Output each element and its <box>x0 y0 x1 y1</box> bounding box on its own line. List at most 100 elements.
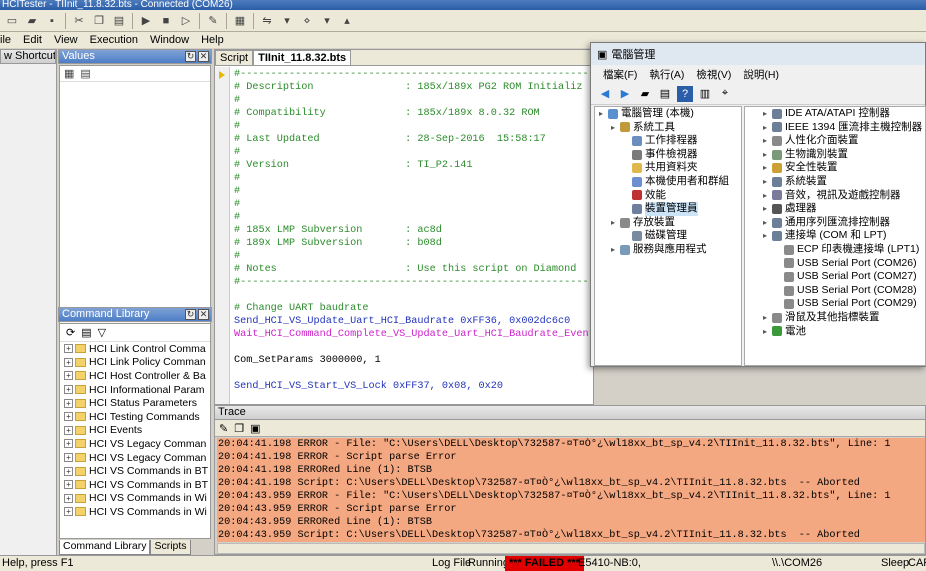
menu-view[interactable]: View <box>54 34 78 46</box>
chevron-icon[interactable]: ▸ <box>763 121 771 135</box>
refresh-icon[interactable]: ⟳ <box>66 326 75 339</box>
add-icon[interactable]: ▤ <box>80 67 90 80</box>
tree-node[interactable]: ▸ 系統裝置 <box>745 175 925 189</box>
tree-node[interactable]: ▸ 電池 <box>745 325 925 339</box>
tree-node[interactable]: ▸ 系統工具 <box>595 121 741 135</box>
cut-icon[interactable]: ✂ <box>71 13 87 29</box>
connect-dropdown-icon[interactable]: ⇋ <box>259 13 275 29</box>
copy-icon[interactable]: ❐ <box>91 13 107 29</box>
shortcuts-header[interactable]: w Shortcuts <box>0 49 56 64</box>
expand-icon[interactable]: + <box>64 453 73 463</box>
chevron-icon[interactable]: ▸ <box>763 189 771 203</box>
command-library-item[interactable]: + HCI VS Commands in Wi <box>60 492 210 506</box>
menu-window[interactable]: Window <box>150 34 189 46</box>
pin-icon[interactable]: ↻ <box>185 51 196 62</box>
computer-management-tree[interactable]: ▸ 電腦管理 (本機) ▸ 系統工具 工作排程器 事件檢視器 共用資料夾 本機使用者和群組 效能… <box>594 106 742 366</box>
chevron-icon[interactable]: ▸ <box>599 107 607 121</box>
tree-node[interactable]: ECP 印表機連接埠 (LPT1) <box>745 243 925 257</box>
command-library-item[interactable]: + HCI Link Policy Comman <box>60 356 210 370</box>
close-icon[interactable]: ✕ <box>198 51 209 62</box>
tree-node[interactable]: ▸ 通用序列匯流排控制器 <box>745 216 925 230</box>
command-library-item[interactable]: + HCI Status Parameters <box>60 396 210 410</box>
menu-help[interactable]: Help <box>201 34 224 46</box>
tree-node[interactable]: ▸ 電腦管理 (本機) <box>595 107 741 121</box>
command-library-item[interactable]: + HCI Informational Param <box>60 383 210 397</box>
menu-file[interactable]: ile <box>0 34 11 46</box>
chevron-icon[interactable]: ▸ <box>763 311 771 325</box>
tree-node[interactable]: USB Serial Port (COM28) <box>745 284 925 298</box>
values-list[interactable]: ▦ ▤ <box>59 65 211 312</box>
expand-icon[interactable]: + <box>64 480 73 490</box>
cm-menu-action[interactable]: 執行(A) <box>649 67 684 82</box>
script-text[interactable]: #---------------------------------------… <box>234 68 592 404</box>
chevron-icon[interactable]: ▸ <box>763 229 771 243</box>
command-library-item[interactable]: + HCI VS Commands in BT <box>60 478 210 492</box>
chevron-icon[interactable]: ▸ <box>763 202 771 216</box>
back-arrow-icon[interactable]: ◀ <box>597 86 613 102</box>
expand-icon[interactable]: + <box>64 412 73 422</box>
chevron-down-icon[interactable]: ▾ <box>319 13 335 29</box>
menu-edit[interactable]: Edit <box>23 34 42 46</box>
cm-menu-view[interactable]: 檢視(V) <box>696 67 731 82</box>
tree-node[interactable]: 磁碟管理 <box>595 229 741 243</box>
cm-menu-file[interactable]: 檔案(F) <box>603 67 637 82</box>
expand-icon[interactable]: + <box>64 357 73 367</box>
tree-node[interactable]: ▸ 滑鼠及其他指標裝置 <box>745 311 925 325</box>
chevron-icon[interactable]: ▸ <box>763 107 771 121</box>
command-library-item[interactable]: + HCI Events <box>60 424 210 438</box>
trace-scrollbar[interactable] <box>217 543 925 554</box>
tree-node[interactable]: ▸ IEEE 1394 匯流排主機控制器 <box>745 121 925 135</box>
tree-node[interactable]: 裝置管理員 <box>595 202 741 216</box>
folder-up-icon[interactable]: ▰ <box>637 86 653 102</box>
chevron-icon[interactable]: ▸ <box>611 121 619 135</box>
command-library-item[interactable]: + HCI Link Control Comma <box>60 342 210 356</box>
tree-node[interactable]: USB Serial Port (COM29) <box>745 297 925 311</box>
tab-tiinit-file[interactable]: TIInit_11.8.32.bts <box>253 50 352 65</box>
tree-node[interactable]: ▸ 音效，視訊及遊戲控制器 <box>745 189 925 203</box>
expand-icon[interactable]: + <box>64 439 73 449</box>
step-icon[interactable]: ▷ <box>178 13 194 29</box>
menu-execution[interactable]: Execution <box>90 34 138 46</box>
tree-node[interactable]: ▸ 人性化介面裝置 <box>745 134 925 148</box>
command-library-item[interactable]: + HCI VS Legacy Comman <box>60 437 210 451</box>
chevron-icon[interactable]: ▸ <box>611 243 619 257</box>
tree-node[interactable]: 本機使用者和群組 <box>595 175 741 189</box>
tree-node[interactable]: USB Serial Port (COM27) <box>745 270 925 284</box>
chevron-icon[interactable]: ▸ <box>763 148 771 162</box>
save-icon[interactable]: ▪ <box>44 13 60 29</box>
open-folder-icon[interactable]: ▰ <box>24 13 40 29</box>
tree-node[interactable]: ▸ 連接埠 (COM 和 LPT) <box>745 229 925 243</box>
help-icon[interactable]: ? <box>677 85 693 102</box>
scan-hardware-icon[interactable]: ⌖ <box>717 86 733 102</box>
copy-icon[interactable]: ❐ <box>234 422 244 435</box>
chevron-icon[interactable]: ▸ <box>611 216 619 230</box>
tree-node[interactable]: ▸ 生物識別裝置 <box>745 148 925 162</box>
chevron-icon[interactable]: ▸ <box>763 325 771 339</box>
cm-menu-help[interactable]: 說明(H) <box>743 67 779 82</box>
tab-scripts[interactable]: Scripts <box>150 540 191 555</box>
new-file-icon[interactable]: ▭ <box>4 13 20 29</box>
expand-icon[interactable]: + <box>64 398 73 408</box>
panel-icon[interactable]: ▥ <box>697 86 713 102</box>
close-icon[interactable]: ✕ <box>198 309 209 320</box>
chevron-icon[interactable]: ▸ <box>763 161 771 175</box>
chevron-icon[interactable]: ▸ <box>763 134 771 148</box>
tree-node[interactable]: 效能 <box>595 189 741 203</box>
trace-log[interactable]: 20:04:41.198 ERROR - File: "C:\Users\DEL… <box>217 438 925 542</box>
chevron-icon[interactable]: ▸ <box>763 216 771 230</box>
command-library-tree[interactable]: ⟳ ▤ ▽ + HCI Link Control Comma + HCI Link P… <box>59 323 211 539</box>
command-library-item[interactable]: + HCI VS Legacy Comman <box>60 451 210 465</box>
run-icon[interactable]: ▶ <box>138 13 154 29</box>
expand-icon[interactable]: + <box>64 425 73 435</box>
expand-icon[interactable]: + <box>64 344 73 354</box>
expand-icon[interactable]: + <box>64 385 73 395</box>
clear-icon[interactable]: ▣ <box>250 422 260 435</box>
expand-icon[interactable]: + <box>64 493 73 503</box>
expand-icon[interactable]: + <box>64 466 73 476</box>
tree-node[interactable]: ▸ 處理器 <box>745 202 925 216</box>
forward-arrow-icon[interactable]: ▶ <box>617 86 633 102</box>
chevron-down-icon[interactable]: ▾ <box>279 13 295 29</box>
expand-icon[interactable]: + <box>64 507 73 517</box>
tree-node[interactable]: ▸ IDE ATA/ATAPI 控制器 <box>745 107 925 121</box>
tree-node[interactable]: 共用資料夾 <box>595 161 741 175</box>
